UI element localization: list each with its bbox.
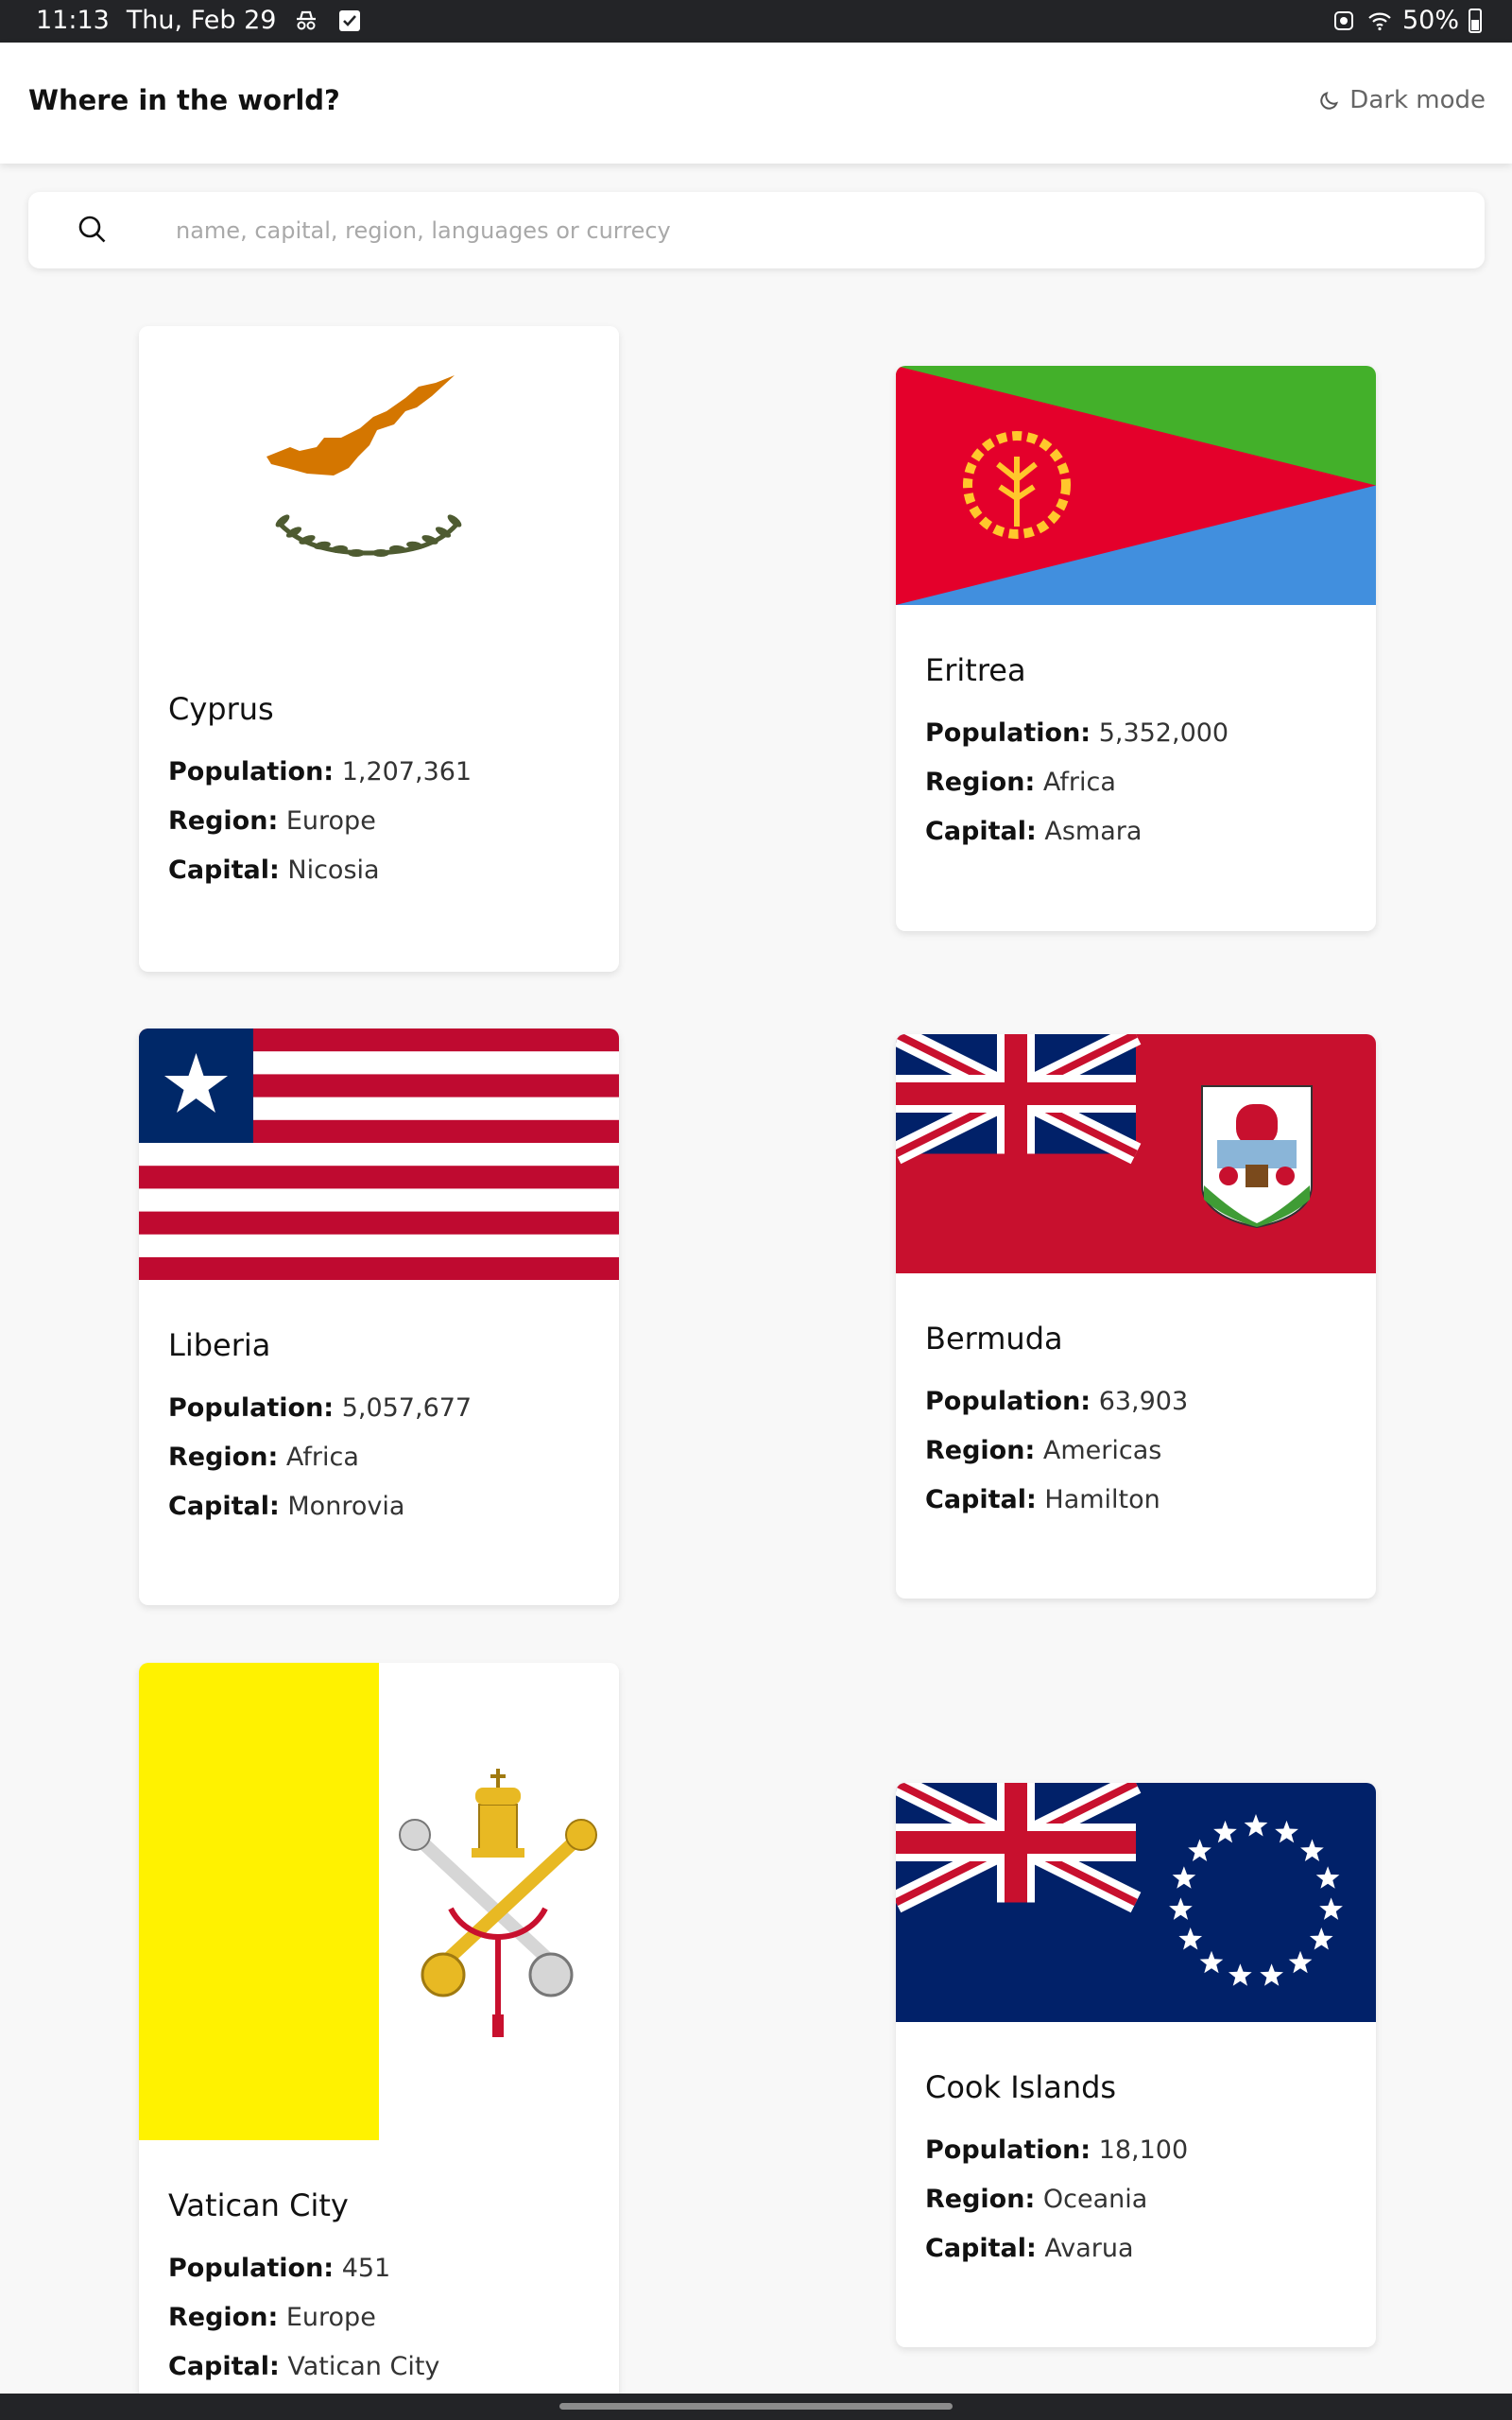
checkbox-notification-icon [339, 9, 361, 31]
wifi-icon [1368, 12, 1391, 30]
region-value: Americas [1042, 1436, 1162, 1465]
population-row: Population: 5,057,677 [168, 1393, 472, 1423]
region-row: Region: Oceania [925, 2185, 1148, 2214]
population-value: 18,100 [1098, 2135, 1189, 2165]
flag-eritrea [896, 366, 1376, 605]
country-card-eritrea[interactable]: Eritrea Population: 5,352,000 Region: Af… [896, 366, 1376, 931]
status-bar: 11:13 Thu, Feb 29 50% [0, 0, 1512, 43]
country-card-vatican-city[interactable]: Vatican City Population: 451 Region: Eur… [139, 1663, 619, 2419]
region-row: Region: Africa [168, 1443, 359, 1472]
population-row: Population: 63,903 [925, 1387, 1189, 1416]
region-value: Europe [285, 2303, 376, 2332]
country-card-cook-islands[interactable]: Cook Islands Population: 18,100 Region: … [896, 1783, 1376, 2347]
search-input[interactable] [176, 192, 1461, 268]
system-navigation-bar [0, 2394, 1512, 2420]
dark-mode-toggle[interactable]: Dark mode [1319, 86, 1486, 114]
capital-row: Capital: Asmara [925, 817, 1143, 846]
region-value: Africa [1042, 768, 1116, 797]
capital-value: Hamilton [1044, 1485, 1160, 1514]
country-card-liberia[interactable]: Liberia Population: 5,057,677 Region: Af… [139, 1028, 619, 1605]
flag-vatican-city [139, 1663, 619, 2140]
region-row: Region: Europe [168, 806, 376, 836]
flag-cyprus [139, 326, 619, 644]
country-name: Cyprus [168, 691, 274, 727]
region-row: Region: Europe [168, 2303, 376, 2332]
app-header: Where in the world? Dark mode [0, 43, 1512, 164]
population-value: 5,352,000 [1098, 718, 1229, 748]
region-value: Europe [285, 806, 376, 836]
country-card-bermuda[interactable]: Bermuda Population: 63,903 Region: Ameri… [896, 1034, 1376, 1599]
search-bar [28, 192, 1485, 268]
flag-bermuda [896, 1034, 1376, 1273]
app-title: Where in the world? [28, 84, 340, 116]
flag-cook-islands [896, 1783, 1376, 2022]
country-card-cyprus[interactable]: Cyprus Population: 1,207,361 Region: Eur… [139, 326, 619, 972]
capital-value: Monrovia [287, 1492, 405, 1521]
country-name: Liberia [168, 1327, 271, 1363]
population-value: 451 [341, 2254, 391, 2283]
population-value: 63,903 [1098, 1387, 1189, 1416]
moon-icon [1320, 91, 1339, 110]
capital-row: Capital: Vatican City [168, 2352, 440, 2381]
capital-value: Asmara [1044, 817, 1143, 846]
capital-row: Capital: Nicosia [168, 856, 380, 885]
search-icon [78, 216, 106, 243]
country-name: Eritrea [925, 652, 1026, 688]
country-name: Cook Islands [925, 2069, 1117, 2105]
status-time: 11:13 [36, 6, 110, 35]
population-row: Population: 451 [168, 2254, 391, 2283]
population-value: 1,207,361 [341, 757, 472, 786]
capital-value: Nicosia [287, 856, 380, 885]
country-name: Vatican City [168, 2187, 349, 2223]
status-date: Thu, Feb 29 [126, 6, 277, 35]
battery-percent: 50% [1401, 6, 1459, 35]
capital-value: Vatican City [287, 2352, 440, 2381]
home-gesture-handle[interactable] [559, 2403, 953, 2410]
alarm-icon [1333, 10, 1353, 30]
capital-value: Avarua [1044, 2234, 1134, 2263]
capital-row: Capital: Hamilton [925, 1485, 1160, 1514]
capital-row: Capital: Monrovia [168, 1492, 405, 1521]
region-row: Region: Africa [925, 768, 1116, 797]
dark-mode-label: Dark mode [1349, 86, 1486, 114]
flag-liberia [139, 1028, 619, 1280]
region-row: Region: Americas [925, 1436, 1162, 1465]
incognito-icon [297, 10, 317, 29]
region-value: Africa [285, 1443, 359, 1472]
battery-icon [1469, 8, 1482, 33]
population-value: 5,057,677 [341, 1393, 472, 1423]
capital-row: Capital: Avarua [925, 2234, 1134, 2263]
country-name: Bermuda [925, 1321, 1063, 1357]
region-value: Oceania [1042, 2185, 1148, 2214]
population-row: Population: 1,207,361 [168, 757, 472, 786]
population-row: Population: 18,100 [925, 2135, 1189, 2165]
population-row: Population: 5,352,000 [925, 718, 1229, 748]
